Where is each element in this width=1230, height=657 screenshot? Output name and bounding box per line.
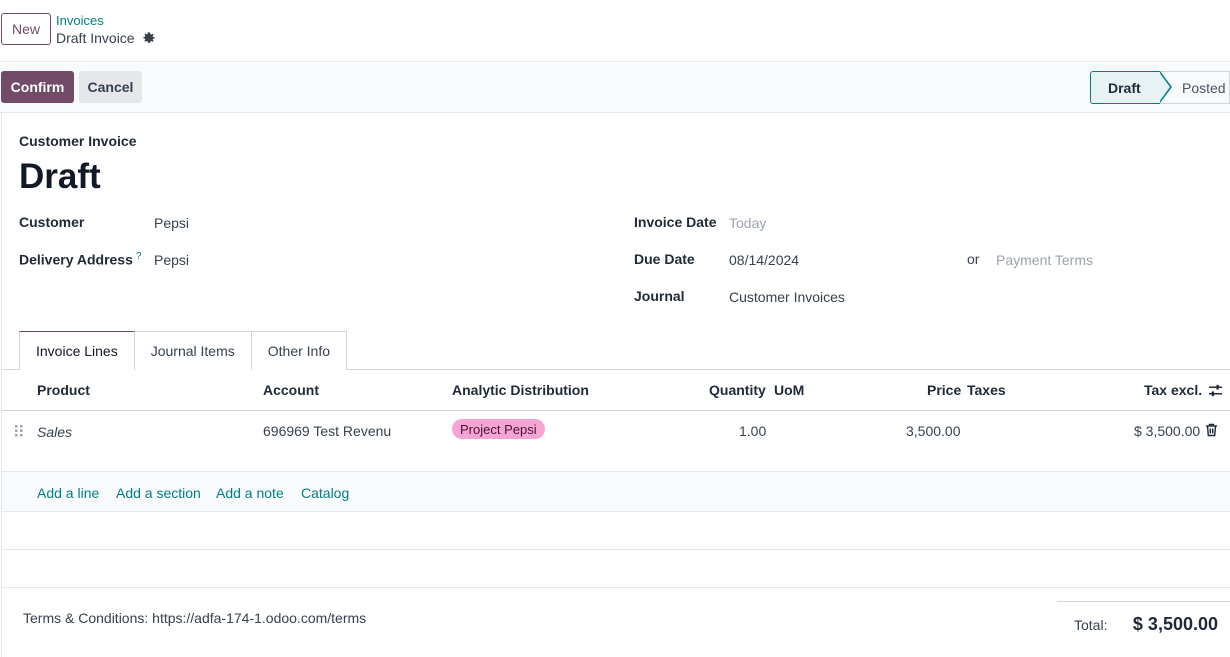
col-price[interactable]: Price xyxy=(927,382,961,398)
confirm-button[interactable]: Confirm xyxy=(1,71,74,103)
tab-journal-items[interactable]: Journal Items xyxy=(134,331,252,370)
page-title: Draft xyxy=(19,157,101,196)
cell-product[interactable]: Sales xyxy=(37,424,72,440)
totals-box: Total: $ 3,500.00 xyxy=(1057,601,1230,657)
terms-conditions[interactable]: Terms & Conditions: https://adfa-174-1.o… xyxy=(23,610,366,626)
stage-draft[interactable]: Draft xyxy=(1090,71,1172,104)
notebook-tabs: Invoice Lines Journal Items Other Info xyxy=(19,331,348,370)
invoice-date-label: Invoice Date xyxy=(634,214,717,230)
cell-account[interactable]: 696969 Test Revenu xyxy=(263,423,391,439)
tab-invoice-lines[interactable]: Invoice Lines xyxy=(19,331,135,370)
invoice-date-field[interactable]: Today xyxy=(729,215,766,231)
empty-row xyxy=(2,550,1230,588)
add-section-link[interactable]: Add a section xyxy=(116,485,201,501)
cell-tax-excl: $ 3,500.00 xyxy=(1134,423,1201,439)
cell-quantity[interactable]: 1.00 xyxy=(739,423,766,439)
add-line-link[interactable]: Add a line xyxy=(37,485,99,501)
delivery-address-label: Delivery Address? xyxy=(19,251,141,268)
delivery-address-field[interactable]: Pepsi xyxy=(154,252,189,268)
action-bar: Confirm Cancel Draft Posted xyxy=(0,63,1230,113)
stage-draft-label: Draft xyxy=(1108,79,1141,96)
col-taxes[interactable]: Taxes xyxy=(967,382,1006,398)
breadcrumb-invoices[interactable]: Invoices xyxy=(56,13,104,28)
cancel-button[interactable]: Cancel xyxy=(79,71,142,103)
drag-handle-icon[interactable] xyxy=(14,424,24,438)
col-product[interactable]: Product xyxy=(37,382,90,398)
gear-icon[interactable] xyxy=(142,31,156,45)
payment-terms-field[interactable]: Payment Terms xyxy=(996,252,1093,268)
breadcrumb-current: Draft Invoice xyxy=(56,30,156,46)
customer-label: Customer xyxy=(19,214,85,230)
col-quantity[interactable]: Quantity xyxy=(709,382,766,398)
optional-columns-icon[interactable] xyxy=(1208,383,1223,401)
stage-posted-label: Posted xyxy=(1182,79,1226,96)
col-uom[interactable]: UoM xyxy=(774,382,804,398)
control-panel: New Invoices Draft Invoice xyxy=(0,0,1230,62)
new-button[interactable]: New xyxy=(1,13,51,45)
delivery-address-label-text: Delivery Address xyxy=(19,251,133,268)
table-header: Product Account Analytic Distribution Qu… xyxy=(2,370,1230,411)
customer-field[interactable]: Pepsi xyxy=(154,215,189,231)
due-date-field[interactable]: 08/14/2024 xyxy=(729,252,799,268)
analytic-tag[interactable]: Project Pepsi xyxy=(452,419,545,439)
trash-icon[interactable] xyxy=(1205,423,1218,440)
tab-other-info[interactable]: Other Info xyxy=(251,331,348,370)
table-row[interactable]: Sales 696969 Test Revenu Project Pepsi 1… xyxy=(2,411,1230,472)
cell-price[interactable]: 3,500.00 xyxy=(906,423,961,439)
breadcrumb-current-label: Draft Invoice xyxy=(56,30,135,46)
col-analytic[interactable]: Analytic Distribution xyxy=(452,382,589,398)
add-note-link[interactable]: Add a note xyxy=(216,485,284,501)
col-account[interactable]: Account xyxy=(263,382,319,398)
empty-row xyxy=(2,512,1230,550)
col-tax-excl[interactable]: Tax excl. xyxy=(1144,382,1202,398)
or-label: or xyxy=(967,251,980,267)
journal-label: Journal xyxy=(634,288,685,304)
total-value: $ 3,500.00 xyxy=(1132,614,1218,634)
status-bar: Draft Posted xyxy=(1090,71,1230,104)
journal-field[interactable]: Customer Invoices xyxy=(729,289,845,305)
total-label: Total: xyxy=(1074,617,1108,633)
help-icon[interactable]: ? xyxy=(136,251,142,262)
due-date-label: Due Date xyxy=(634,251,695,267)
form-sheet: Customer Invoice Draft Customer Pepsi De… xyxy=(1,113,1230,657)
add-line-row: Add a line Add a section Add a note Cata… xyxy=(2,472,1230,512)
document-type: Customer Invoice xyxy=(19,133,137,149)
catalog-link[interactable]: Catalog xyxy=(301,485,349,501)
